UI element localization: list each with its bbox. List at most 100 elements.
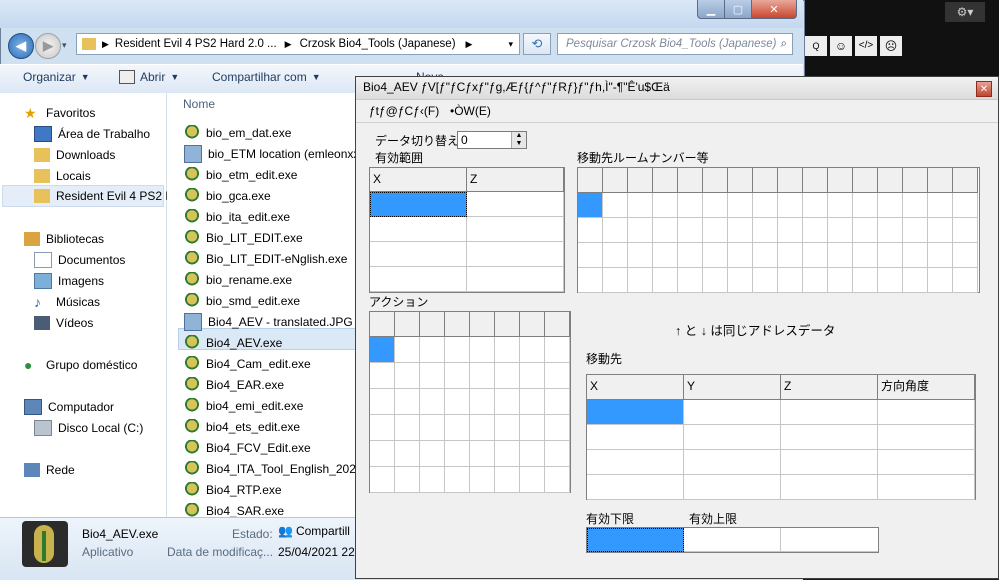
nav-libraries[interactable]: Bibliotecas [24,229,104,249]
action-cell[interactable] [520,415,545,441]
room-header[interactable] [653,168,678,193]
room-cell[interactable] [953,193,978,218]
room-cell[interactable] [703,268,728,293]
room-cell[interactable] [878,193,903,218]
room-cell-selected[interactable] [578,193,603,218]
spinner-down-icon[interactable]: ▼ [511,140,526,148]
room-cell[interactable] [653,193,678,218]
destination-grid[interactable]: X Y Z 方向角度 [586,374,976,500]
range-cell[interactable] [467,192,564,217]
room-cell[interactable] [803,193,828,218]
menu-edit[interactable]: •ÒW(E) [450,104,491,118]
room-header[interactable] [803,168,828,193]
breadcrumb-segment-1[interactable]: Resident Evil 4 PS2 Hard 2.0 ... [115,38,277,50]
maximize-button[interactable]: ▢ [724,0,752,19]
room-header[interactable] [928,168,953,193]
destination-cell[interactable] [684,400,781,425]
action-cell[interactable] [445,337,470,363]
file-row[interactable]: Bio4_FCV_Edit.exe [184,437,311,458]
room-cell[interactable] [803,268,828,293]
action-header[interactable] [495,312,520,337]
room-cell[interactable] [628,268,653,293]
action-header[interactable] [520,312,545,337]
action-cell[interactable] [370,441,395,467]
room-cell[interactable] [603,218,628,243]
room-cell[interactable] [928,243,953,268]
room-header[interactable] [728,168,753,193]
action-header[interactable] [395,312,420,337]
back-arrow-icon[interactable]: ◀ [8,33,34,59]
limit-cell[interactable] [781,528,878,552]
action-cell[interactable] [520,467,545,493]
action-cell[interactable] [520,337,545,363]
action-cell[interactable] [545,337,570,363]
room-cell[interactable] [603,243,628,268]
room-cell[interactable] [678,243,703,268]
action-cell[interactable] [520,363,545,389]
action-cell[interactable] [470,363,495,389]
room-cell[interactable] [953,218,978,243]
room-cell[interactable] [828,193,853,218]
room-cell[interactable] [803,243,828,268]
explorer-titlebar[interactable] [0,0,803,28]
room-cell[interactable] [728,268,753,293]
lower-limit-cell[interactable] [587,528,684,552]
destination-cell[interactable] [684,450,781,475]
action-cell[interactable] [520,441,545,467]
room-header[interactable] [753,168,778,193]
room-cell[interactable] [803,218,828,243]
room-header[interactable] [628,168,653,193]
room-cell[interactable] [753,193,778,218]
destination-cell[interactable] [781,450,878,475]
action-cell[interactable] [420,363,445,389]
organize-button[interactable]: Organizar ▼ [23,70,90,84]
room-cell[interactable] [878,268,903,293]
destination-cell[interactable] [587,450,684,475]
action-cell[interactable] [395,363,420,389]
action-header[interactable] [470,312,495,337]
file-row[interactable]: bio_em_dat.exe [184,122,291,143]
open-button[interactable]: Abrir ▼ [119,70,179,84]
destination-cell[interactable] [684,475,781,500]
destination-header[interactable]: Y [684,375,781,400]
room-grid[interactable] [577,167,980,293]
action-cell[interactable] [445,467,470,493]
destination-cell[interactable] [878,425,975,450]
action-cell[interactable] [445,415,470,441]
room-cell[interactable] [628,218,653,243]
file-row[interactable]: bio_smd_edit.exe [184,290,300,311]
destination-header[interactable]: 方向角度 [878,375,975,400]
room-header[interactable] [878,168,903,193]
range-cell[interactable] [370,217,467,242]
room-header[interactable] [703,168,728,193]
code-icon[interactable]: </> [855,36,877,56]
file-row[interactable]: Bio_LIT_EDIT-eNglish.exe [184,248,347,269]
room-cell[interactable] [928,218,953,243]
action-header[interactable] [445,312,470,337]
range-grid[interactable]: X Z [369,167,565,293]
room-cell[interactable] [728,243,753,268]
room-cell[interactable] [828,243,853,268]
room-cell[interactable] [828,218,853,243]
limit-grid[interactable] [586,527,879,553]
refresh-icon[interactable]: ⟲ [523,33,551,55]
share-button[interactable]: Compartilhar com ▼ [212,70,321,84]
room-cell[interactable] [653,268,678,293]
action-cell[interactable] [545,467,570,493]
breadcrumb-chevron-icon[interactable]: ▶ [102,39,109,50]
history-dropdown-icon[interactable]: ▾ [62,40,67,51]
room-cell[interactable] [628,193,653,218]
nav-images[interactable]: Imagens [34,271,104,291]
destination-cell[interactable] [684,425,781,450]
room-cell[interactable] [828,268,853,293]
destination-header[interactable]: X [587,375,684,400]
action-cell[interactable] [545,441,570,467]
address-dropdown-icon[interactable]: ▾ [508,39,513,50]
action-cell[interactable] [395,467,420,493]
room-cell[interactable] [653,218,678,243]
room-cell[interactable] [703,243,728,268]
nav-homegroup[interactable]: ● Grupo doméstico [24,355,137,375]
range-cell-selected[interactable] [370,192,467,217]
nav-locais[interactable]: Locais [34,166,91,186]
destination-cell[interactable] [878,450,975,475]
